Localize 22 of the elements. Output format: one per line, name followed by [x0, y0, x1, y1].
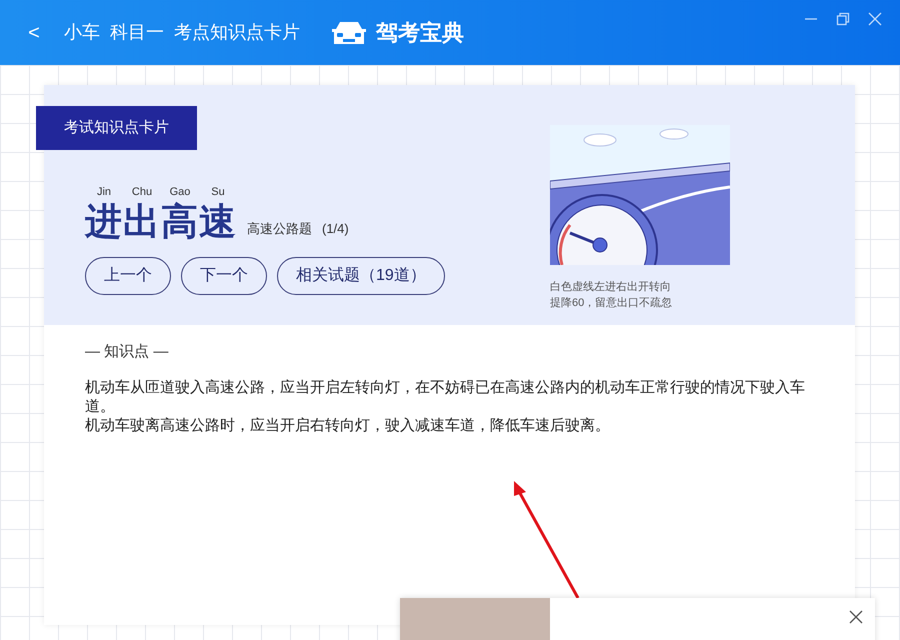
image-caption: 白色虚线左进右出开转向 [550, 280, 672, 295]
nav-button[interactable]: 上一个 [85, 256, 171, 294]
nav-button[interactable]: 下一个 [181, 256, 267, 294]
breadcrumb-item: 科目一 [110, 21, 164, 44]
restore-icon[interactable] [836, 12, 850, 26]
nav-button[interactable]: 相关试题（19道） [277, 256, 445, 294]
breadcrumb-item: 考点知识点卡片 [174, 21, 300, 44]
knowledge-paragraph: 机动车从匝道驶入高速公路，应当开启左转向灯，在不妨碍已在高速公路内的机动车正常行驶的情况下驶入车道。 [85, 378, 806, 416]
pinyin-text: Gao [168, 185, 192, 200]
image-caption: 提降60，留意出口不疏忽 [550, 296, 674, 311]
topic-count: (1/4) [322, 220, 349, 238]
section-heading: — 知识点 — [85, 342, 170, 362]
pinyin-text: Jin [96, 185, 112, 200]
close-icon[interactable] [849, 610, 863, 624]
breadcrumb-item: 小车 [64, 21, 100, 44]
topic-category: 高速公路题 [247, 220, 312, 238]
knowledge-paragraph: 机动车驶离高速公路时，应当开启右转向灯，驶入减速车道，降低车速后驶离。 [85, 416, 611, 434]
card-tag: 考试知识点卡片 [36, 106, 197, 150]
pinyin-text: Su [210, 185, 226, 200]
topic-title: 进出高速 [85, 200, 237, 244]
logo-text: 驾考宝典 [376, 19, 464, 47]
pinyin-text: Chu [130, 185, 154, 200]
